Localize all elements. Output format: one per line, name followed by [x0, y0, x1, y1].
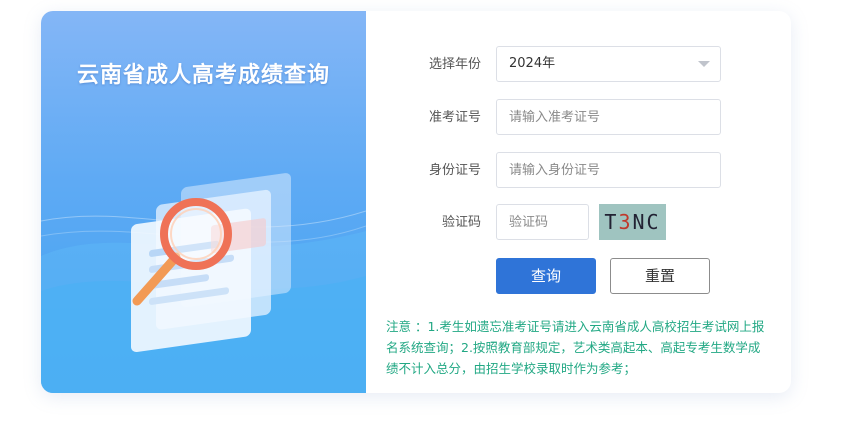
- query-button[interactable]: 查询: [496, 258, 596, 294]
- magnifier-documents-illustration: [41, 173, 366, 393]
- id-number-input[interactable]: [496, 152, 721, 188]
- notice-text: 注意 ：1.考生如遗忘准考证号请进入云南省成人高校招生考试网上报名系统查询；2.…: [386, 319, 765, 376]
- year-select-value: 2024年: [509, 56, 556, 71]
- captcha-char: NC: [632, 210, 661, 234]
- captcha-char: T: [604, 210, 619, 234]
- query-card: 云南省成人高考成绩查询 选择年份 2024年 准考证号 请输入准考证号 身份证号…: [41, 11, 791, 393]
- chevron-down-icon: [698, 61, 710, 67]
- exam-number-input[interactable]: [496, 99, 721, 135]
- form-panel: 选择年份 2024年 准考证号 身份证号 验证码 T3NC 查询 重置 注意 ：…: [366, 11, 791, 393]
- year-select[interactable]: 2024年: [496, 46, 721, 82]
- captcha-char: 3: [618, 210, 633, 234]
- page-title: 云南省成人高考成绩查询: [76, 63, 330, 88]
- reset-button[interactable]: 重置: [610, 258, 710, 294]
- captcha-input[interactable]: [496, 204, 589, 240]
- year-label: 选择年份: [428, 57, 481, 72]
- banner-panel: 云南省成人高考成绩查询: [41, 11, 366, 393]
- captcha-label: 验证码: [441, 215, 481, 230]
- exam-number-label: 准考证号: [428, 110, 481, 125]
- id-number-label: 身份证号: [428, 163, 481, 178]
- captcha-image[interactable]: T3NC: [599, 204, 666, 240]
